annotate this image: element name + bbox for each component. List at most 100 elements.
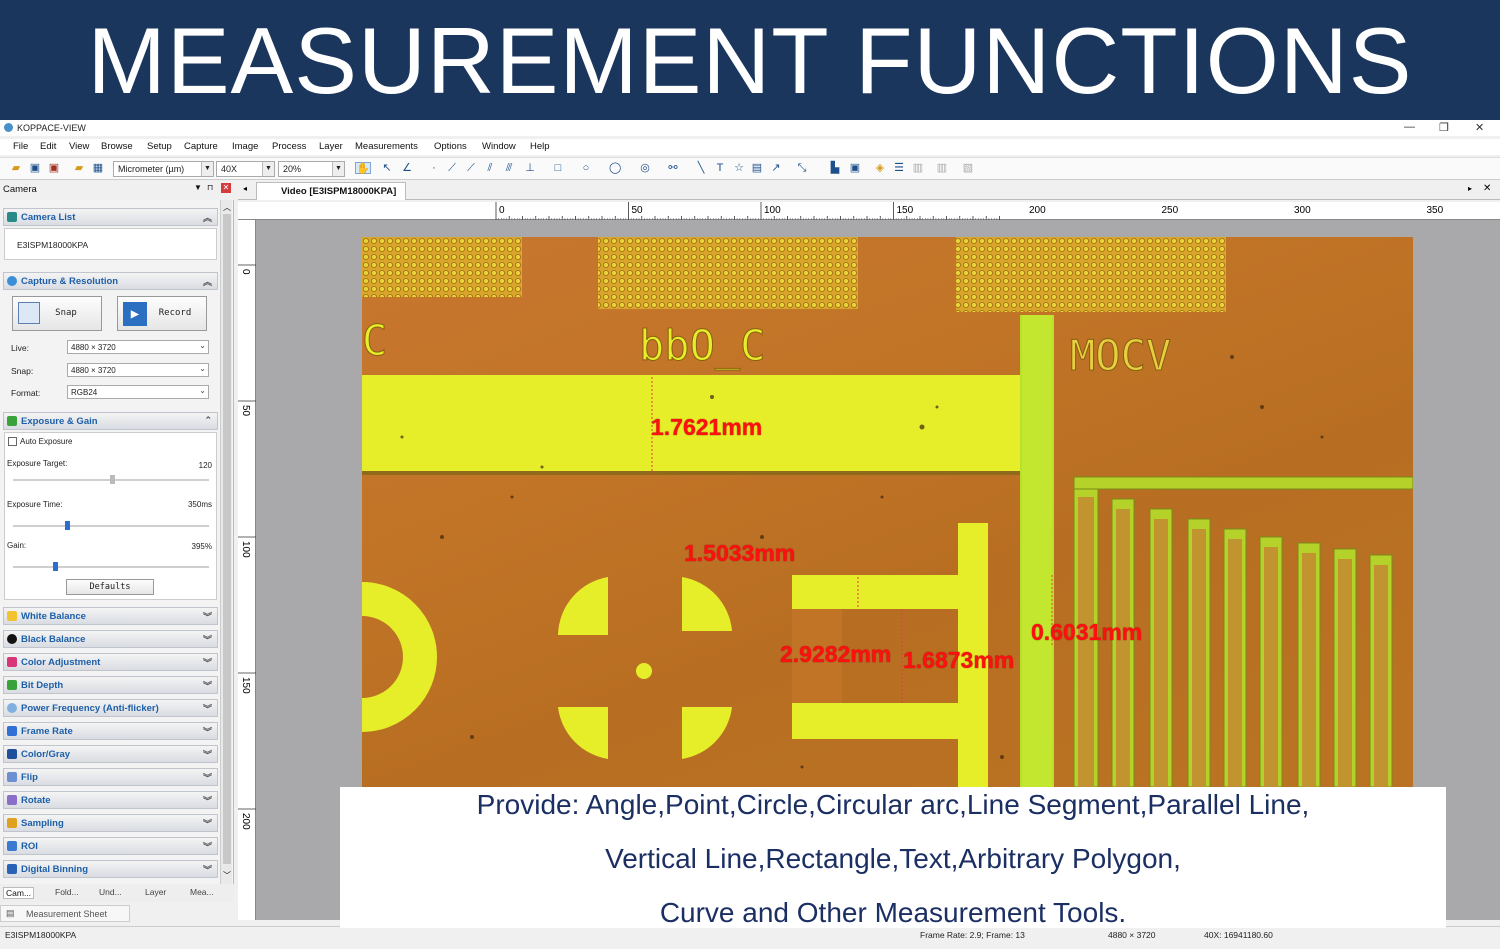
defaults-button[interactable]: Defaults <box>66 579 154 595</box>
menu-image[interactable]: Image <box>232 141 258 152</box>
calibrate-icon[interactable]: ⤡ <box>796 162 808 174</box>
measurement-label[interactable]: 2.9282mm <box>780 641 891 668</box>
concentric-circle-icon[interactable]: ◎ <box>639 162 651 174</box>
tab-scroll-left-icon[interactable]: ◂ <box>243 184 247 193</box>
menu-help[interactable]: Help <box>530 141 550 152</box>
measurement-label[interactable]: 1.6873mm <box>903 647 1014 674</box>
section-white-balance[interactable]: White Balance ︾ <box>3 607 218 625</box>
export-icon[interactable]: ▣ <box>849 162 861 174</box>
format-select[interactable]: RGB24 ⌄ <box>67 385 209 399</box>
zoom-select[interactable]: 20% ▼ <box>278 161 345 177</box>
section-camera-list[interactable]: Camera List ︽ <box>3 208 218 226</box>
menu-view[interactable]: View <box>69 141 89 152</box>
panel-close-icon[interactable]: ✕ <box>221 183 231 193</box>
scrollbar-thumb[interactable] <box>223 214 231 864</box>
tab-undo[interactable]: Und... <box>99 887 122 897</box>
arrow-icon[interactable]: ↗ <box>770 162 782 174</box>
microscope-image[interactable]: bbO_C MOCV C 1.7621mm 1.5033mm 2.9282mm … <box>362 237 1413 787</box>
scale-bar-icon[interactable]: ▤ <box>751 162 763 174</box>
grid-icon[interactable]: ▦ <box>92 162 104 174</box>
rectangle-icon[interactable]: □ <box>552 162 564 174</box>
layer-icon[interactable]: ◈ <box>874 162 886 174</box>
tab-scroll-right-icon[interactable]: ▸ <box>1468 184 1472 193</box>
section-color-gray[interactable]: Color/Gray ︾ <box>3 745 218 763</box>
polygon-icon[interactable]: ☆ <box>733 162 745 174</box>
save-icon[interactable]: ▣ <box>29 162 41 174</box>
measurement-label[interactable]: 0.6031mm <box>1031 619 1142 646</box>
close-button[interactable]: ✕ <box>1475 121 1484 134</box>
left-panel-scrollbar[interactable]: ︿ ﹀ <box>220 200 232 884</box>
auto-exposure-checkbox[interactable] <box>8 437 17 446</box>
tab-folder[interactable]: Fold... <box>55 887 79 897</box>
point-icon[interactable]: · <box>428 162 440 174</box>
menu-file[interactable]: File <box>13 141 28 152</box>
section-flip[interactable]: Flip ︾ <box>3 768 218 786</box>
tab-camera[interactable]: Cam... <box>3 887 35 899</box>
paste-icon[interactable]: ▥ <box>936 162 948 174</box>
menu-edit[interactable]: Edit <box>40 141 56 152</box>
section-capture-resolution[interactable]: Capture & Resolution ︽ <box>3 272 218 290</box>
snap-button[interactable]: Snap <box>12 296 102 331</box>
maximize-button[interactable]: ❐ <box>1439 121 1449 134</box>
angle-icon[interactable]: ∠ <box>401 162 413 174</box>
section-rotate[interactable]: Rotate ︾ <box>3 791 218 809</box>
select-arrow-icon[interactable]: ↖ <box>381 162 393 174</box>
menu-layer[interactable]: Layer <box>319 141 343 152</box>
slider-thumb[interactable] <box>110 475 115 484</box>
camera-item[interactable]: E3ISPM18000KPA <box>17 240 88 250</box>
menu-setup[interactable]: Setup <box>147 141 172 152</box>
save-as-icon[interactable]: ▣ <box>48 162 60 174</box>
copy-icon[interactable]: ▥ <box>912 162 924 174</box>
text-icon[interactable]: T <box>714 162 726 174</box>
line-segment-icon[interactable]: ⟋ <box>465 162 477 174</box>
circle-icon[interactable]: ◯ <box>609 162 621 174</box>
scroll-up-icon[interactable]: ︿ <box>223 202 231 213</box>
tab-layer[interactable]: Layer <box>145 887 166 897</box>
exposure-target-slider[interactable] <box>13 475 209 484</box>
pan-hand-icon[interactable]: ✋ <box>355 162 371 175</box>
record-button[interactable]: ▶ Record <box>117 296 207 331</box>
slider-thumb[interactable] <box>53 562 58 571</box>
line-icon[interactable]: ⟋ <box>446 162 458 174</box>
section-roi[interactable]: ROI ︾ <box>3 837 218 855</box>
tab-video[interactable]: Video [E3ISPM18000KPA] <box>256 182 406 200</box>
measurement-sheet-tab[interactable]: ▤ Measurement Sheet <box>0 905 130 922</box>
folder-icon[interactable]: ▰ <box>73 162 85 174</box>
live-resolution-select[interactable]: 4880 × 3720 ⌄ <box>67 340 209 354</box>
menu-process[interactable]: Process <box>272 141 306 152</box>
unit-select[interactable]: Micrometer (µm) ▼ <box>113 161 214 177</box>
scroll-down-icon[interactable]: ﹀ <box>223 870 231 881</box>
minimize-button[interactable]: — <box>1404 121 1415 133</box>
menu-window[interactable]: Window <box>482 141 516 152</box>
exposure-time-slider[interactable] <box>13 521 209 530</box>
section-exposure-gain[interactable]: Exposure & Gain ⌃ <box>3 412 218 430</box>
histogram-icon[interactable]: ▙ <box>829 162 841 174</box>
menu-browse[interactable]: Browse <box>101 141 133 152</box>
measurement-label[interactable]: 1.5033mm <box>684 540 795 567</box>
menu-measurements[interactable]: Measurements <box>355 141 418 152</box>
arc-icon[interactable]: ⚯ <box>667 162 679 174</box>
menu-capture[interactable]: Capture <box>184 141 218 152</box>
parallel-line-icon[interactable]: ⫽ <box>484 162 496 174</box>
panel-dropdown-icon[interactable]: ▼ <box>194 183 202 192</box>
tab-measurement[interactable]: Mea... <box>190 887 214 897</box>
tab-close-icon[interactable]: ✕ <box>1483 183 1491 194</box>
measurement-label[interactable]: 1.7621mm <box>651 414 762 441</box>
magnification-select[interactable]: 40X ▼ <box>216 161 275 177</box>
pin-icon[interactable]: ⊓ <box>207 183 213 192</box>
multi-line-icon[interactable]: ⫻ <box>503 162 515 174</box>
align-icon[interactable]: ☰ <box>893 162 905 174</box>
section-color-adjustment[interactable]: Color Adjustment ︾ <box>3 653 218 671</box>
section-bit-depth[interactable]: Bit Depth ︾ <box>3 676 218 694</box>
section-digital-binning[interactable]: Digital Binning ︾ <box>3 860 218 878</box>
section-black-balance[interactable]: Black Balance ︾ <box>3 630 218 648</box>
window-icon[interactable]: ▧ <box>962 162 974 174</box>
open-icon[interactable]: ▰ <box>10 162 22 174</box>
gain-slider[interactable] <box>13 562 209 571</box>
curve-icon[interactable]: ╲ <box>695 162 707 174</box>
slider-thumb[interactable] <box>65 521 70 530</box>
vertical-line-icon[interactable]: ⊥ <box>524 162 536 174</box>
section-sampling[interactable]: Sampling ︾ <box>3 814 218 832</box>
menu-options[interactable]: Options <box>434 141 467 152</box>
ellipse-icon[interactable]: ○ <box>580 162 592 174</box>
